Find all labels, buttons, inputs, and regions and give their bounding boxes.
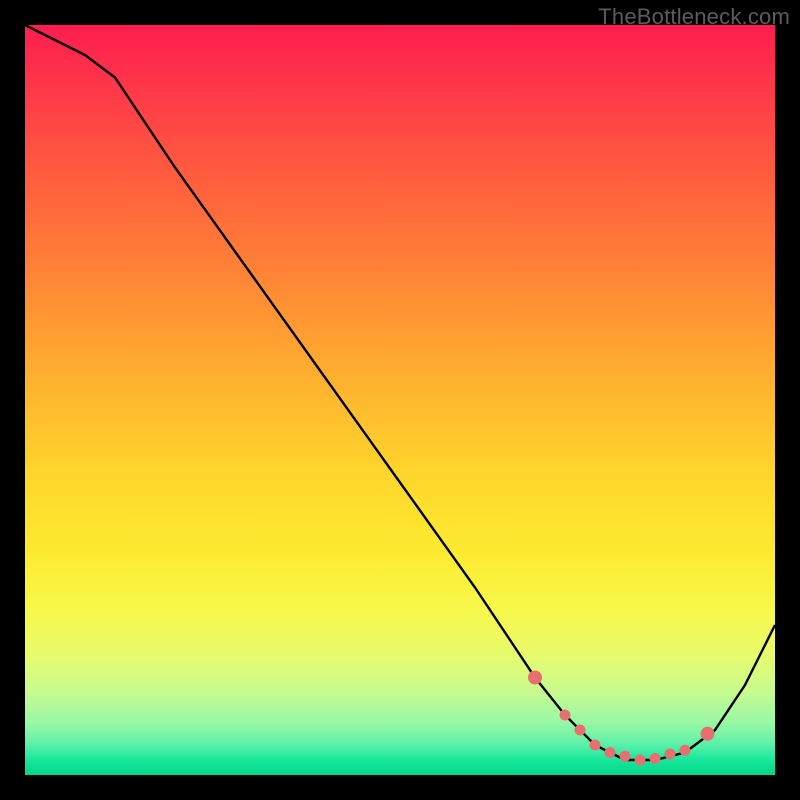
marker-dot bbox=[665, 749, 676, 760]
marker-dot bbox=[620, 751, 631, 762]
chart-stage: TheBottleneck.com bbox=[0, 0, 800, 800]
watermark-text: TheBottleneck.com bbox=[598, 4, 790, 30]
marker-dot bbox=[560, 710, 571, 721]
marker-dot bbox=[680, 745, 691, 756]
marker-dot bbox=[605, 747, 616, 758]
bottleneck-curve bbox=[25, 25, 775, 760]
marker-dot bbox=[650, 753, 661, 764]
marker-dot bbox=[635, 755, 646, 766]
optimal-range-markers bbox=[528, 671, 715, 766]
marker-dot bbox=[528, 671, 542, 685]
chart-svg bbox=[25, 25, 775, 775]
chart-plot-area bbox=[25, 25, 775, 775]
marker-dot bbox=[701, 727, 715, 741]
marker-dot bbox=[590, 740, 601, 751]
marker-dot bbox=[575, 725, 586, 736]
